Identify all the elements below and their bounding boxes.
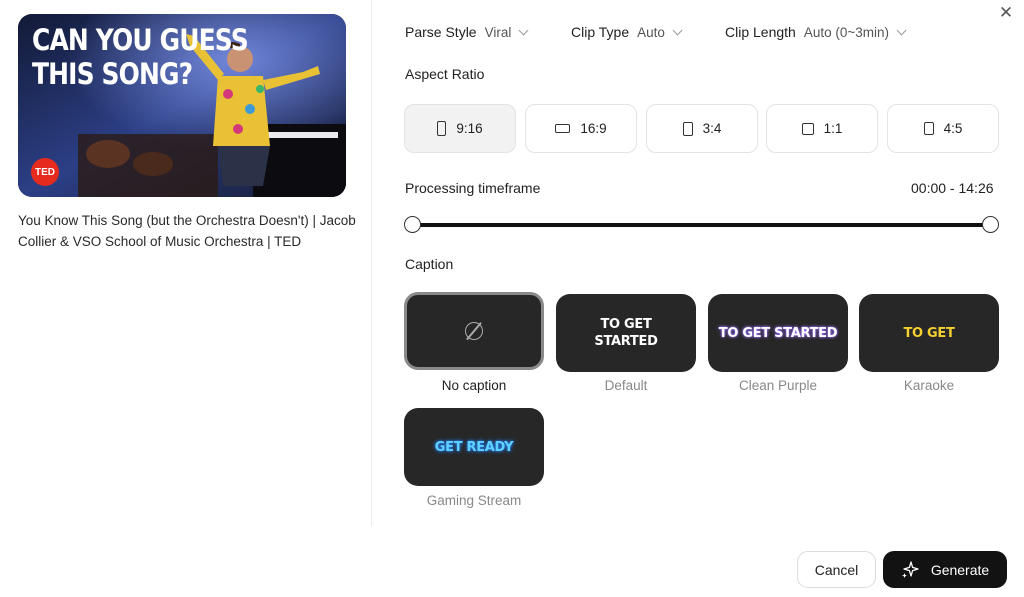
- aspect-option-label: 9:16: [456, 121, 483, 136]
- chevron-down-icon: [896, 25, 907, 36]
- clip-length-label: Clip Length: [725, 24, 796, 40]
- portrait-frame-icon: [923, 122, 934, 135]
- timeframe-start-handle[interactable]: [404, 216, 421, 233]
- processing-timeframe-label: Processing timeframe: [405, 180, 541, 196]
- clip-type-dropdown[interactable]: Clip Type Auto: [571, 24, 683, 40]
- clip-type-value: Auto: [637, 25, 665, 40]
- portrait-frame-icon: [437, 121, 447, 136]
- caption-style-gaming-stream[interactable]: GET READY: [404, 408, 544, 486]
- caption-style-clean-purple[interactable]: TO GET STARTED: [708, 294, 848, 372]
- aspect-option-4-5[interactable]: 4:5: [887, 104, 999, 153]
- aspect-option-16-9[interactable]: 16:9: [525, 104, 637, 153]
- thumbnail-headline-line2: THIS SONG?: [32, 57, 193, 91]
- sparkle-icon: [901, 560, 919, 578]
- chevron-down-icon: [518, 25, 529, 36]
- caption-preview-text: TO GET STARTED: [718, 325, 838, 341]
- caption-style-default[interactable]: TO GET STARTED: [556, 294, 696, 372]
- clip-length-dropdown[interactable]: Clip Length Auto (0~3min): [725, 24, 907, 40]
- aspect-option-label: 1:1: [823, 121, 843, 136]
- clip-length-value: Auto (0~3min): [803, 25, 889, 40]
- caption-preview-text: TO GET STARTED: [594, 317, 658, 349]
- caption-style-name: Default: [604, 378, 648, 393]
- caption-style-name: Gaming Stream: [426, 493, 522, 508]
- caption-style-name: Karaoke: [903, 378, 955, 393]
- close-button[interactable]: ✕: [996, 3, 1016, 23]
- caption-style-no-caption[interactable]: [404, 292, 544, 370]
- parse-style-label: Parse Style: [405, 24, 477, 40]
- caption-label: Caption: [405, 256, 454, 272]
- aspect-option-3-4[interactable]: 3:4: [646, 104, 758, 153]
- aspect-option-9-16[interactable]: 9:16: [404, 104, 516, 153]
- aspect-ratio-options: 9:16 16:9 3:4 1:1 4:5: [404, 104, 1000, 154]
- caption-style-name: Clean Purple: [738, 378, 818, 393]
- cancel-button[interactable]: Cancel: [797, 551, 876, 588]
- square-frame-icon: [801, 122, 814, 135]
- caption-preview-text: TO GET: [903, 325, 955, 341]
- generate-label: Generate: [930, 561, 990, 578]
- caption-style-karaoke[interactable]: TO GET: [859, 294, 999, 372]
- no-caption-icon: [465, 322, 483, 340]
- aspect-ratio-label: Aspect Ratio: [405, 66, 485, 82]
- ted-logo-badge: TED: [31, 158, 59, 186]
- landscape-frame-icon: [555, 124, 571, 133]
- aspect-option-label: 3:4: [702, 121, 722, 136]
- close-icon: ✕: [998, 3, 1014, 22]
- video-thumbnail: CAN YOU GUESS THIS SONG? TED: [18, 14, 346, 197]
- chevron-down-icon: [672, 25, 683, 36]
- portrait-frame-icon: [682, 121, 693, 136]
- parse-style-value: Viral: [484, 25, 512, 40]
- caption-preview-text: GET READY: [434, 439, 514, 455]
- video-title: You Know This Song (but the Orchestra Do…: [18, 213, 356, 249]
- timeframe-range-value: 00:00 - 14:26: [911, 180, 994, 196]
- aspect-option-1-1[interactable]: 1:1: [766, 104, 878, 153]
- aspect-option-label: 16:9: [580, 121, 607, 136]
- aspect-option-label: 4:5: [943, 121, 963, 136]
- video-panel: CAN YOU GUESS THIS SONG? TED You Know Th…: [0, 0, 372, 526]
- parse-style-dropdown[interactable]: Parse Style Viral: [405, 24, 529, 40]
- thumbnail-headline-line1: CAN YOU GUESS: [32, 23, 249, 57]
- clip-type-label: Clip Type: [571, 24, 630, 40]
- caption-style-name: No caption: [441, 378, 507, 393]
- generate-button[interactable]: Generate: [883, 551, 1007, 588]
- timeframe-slider-track[interactable]: [412, 223, 991, 227]
- timeframe-end-handle[interactable]: [982, 216, 999, 233]
